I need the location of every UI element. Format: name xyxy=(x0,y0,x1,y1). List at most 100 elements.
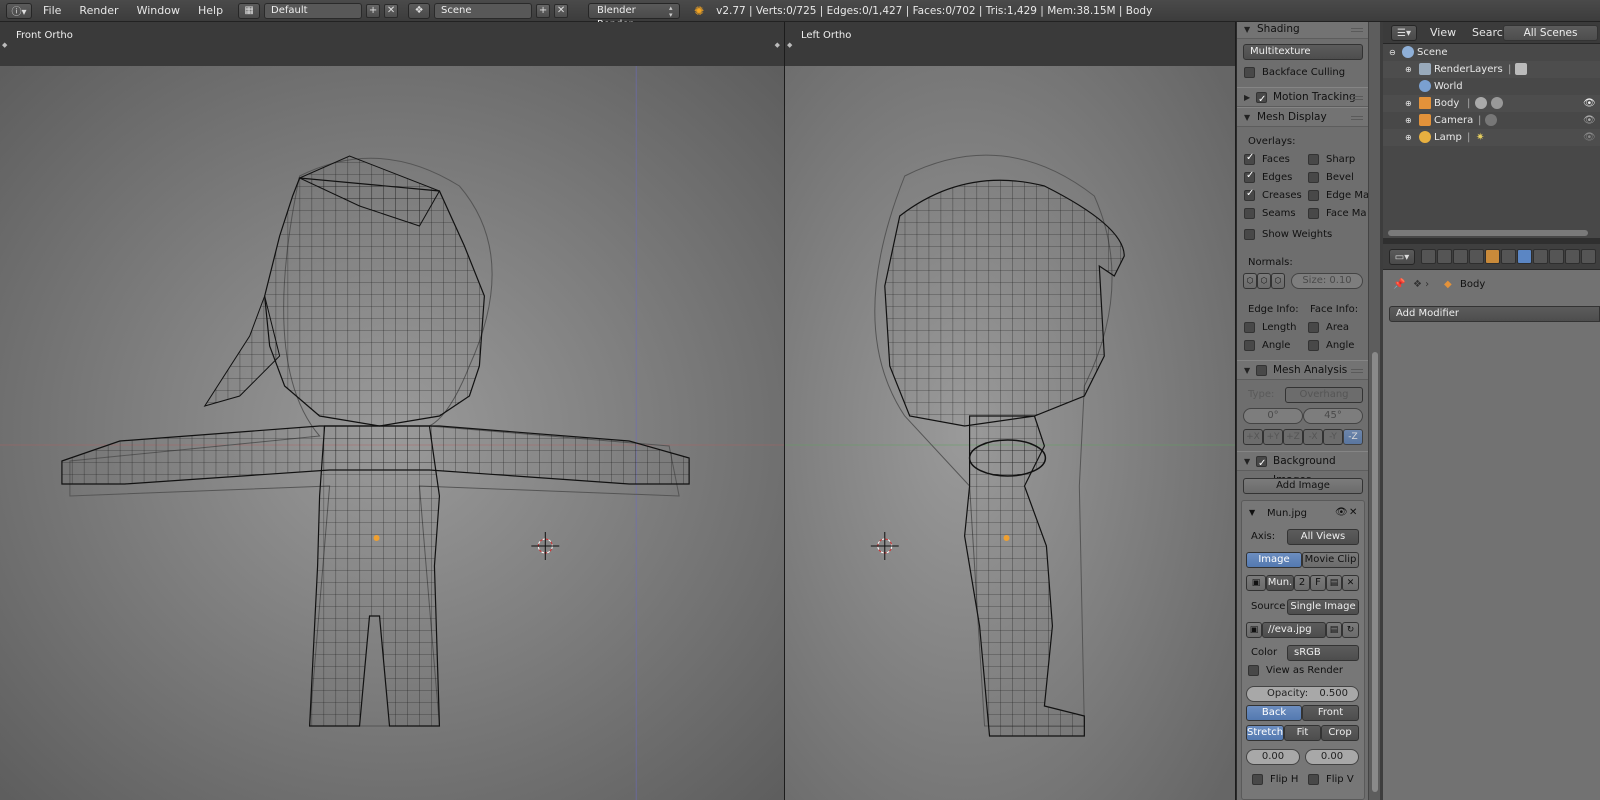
render-engine-dropdown[interactable]: Blender Render xyxy=(588,2,681,30)
normals-size-field[interactable]: Size: 0.10 xyxy=(1291,273,1363,289)
edge-length-checkbox[interactable] xyxy=(1244,322,1255,333)
screen-layout-field[interactable]: Default xyxy=(264,2,363,19)
back-button[interactable]: Back xyxy=(1246,705,1302,721)
opacity-slider[interactable]: Opacity: 0.500 xyxy=(1246,686,1359,702)
analysis-min-field[interactable]: 0° xyxy=(1243,408,1303,424)
outliner-row-body[interactable]: ⊕ Body | 👁 xyxy=(1383,95,1600,112)
texture-tab-icon[interactable] xyxy=(1565,249,1580,264)
properties-scrollbar[interactable] xyxy=(1368,22,1380,800)
axis-plus-z-button[interactable]: +Z xyxy=(1283,429,1303,445)
area-split-corner-icon[interactable]: ◆ xyxy=(787,41,792,49)
viewport-left-ortho[interactable]: Left Ortho ◆ xyxy=(785,22,1236,800)
outliner-row-renderlayers[interactable]: ⊕ RenderLayers | xyxy=(1383,61,1600,78)
edges-checkbox[interactable] xyxy=(1244,170,1255,183)
open-folder-icon[interactable]: ▤ xyxy=(1326,575,1342,591)
menu-help[interactable]: Help xyxy=(191,2,230,20)
face-angle-checkbox[interactable] xyxy=(1308,340,1319,351)
offset-x-field[interactable]: 0.00 xyxy=(1246,749,1300,765)
data-tab-icon[interactable] xyxy=(1533,249,1548,264)
background-images-checkbox[interactable] xyxy=(1256,454,1267,473)
render-layer-icon[interactable] xyxy=(1515,63,1527,75)
backface-culling-checkbox[interactable] xyxy=(1244,67,1255,78)
expand-toggle-icon[interactable]: ⊕ xyxy=(1405,112,1412,129)
tab-image[interactable]: Image xyxy=(1246,552,1302,568)
scrollbar-thumb[interactable] xyxy=(1372,352,1378,792)
delete-screen-button[interactable]: ✕ xyxy=(384,3,399,18)
material-tab-icon[interactable] xyxy=(1549,249,1564,264)
editor-type-info-icon[interactable]: ⓘ▾ xyxy=(6,2,32,19)
pin-icon[interactable]: 📌 xyxy=(1393,279,1405,290)
color-space-dropdown[interactable]: sRGB xyxy=(1287,645,1359,661)
face-marks-checkbox[interactable] xyxy=(1308,208,1319,219)
menu-file[interactable]: File xyxy=(36,2,68,20)
axis-minus-x-button[interactable]: -X xyxy=(1303,429,1323,445)
modifier-wrench-icon[interactable] xyxy=(1475,97,1487,109)
unlink-x-icon[interactable]: ✕ xyxy=(1342,575,1359,591)
add-modifier-dropdown[interactable]: Add Modifier xyxy=(1389,306,1600,322)
add-scene-button[interactable]: + xyxy=(536,3,551,18)
area-split-corner-icon[interactable]: ◆ xyxy=(2,41,7,49)
viewport-front-ortho[interactable]: Front Ortho ◆ ◆ xyxy=(0,22,785,800)
flip-h-checkbox[interactable] xyxy=(1252,774,1263,785)
menu-window[interactable]: Window xyxy=(130,2,187,20)
axis-dropdown[interactable]: All Views xyxy=(1287,529,1359,545)
edge-angle-checkbox[interactable] xyxy=(1244,340,1255,351)
flip-v-checkbox[interactable] xyxy=(1308,774,1319,785)
add-screen-button[interactable]: + xyxy=(366,3,381,18)
delete-scene-button[interactable]: ✕ xyxy=(554,3,569,18)
modifiers-wrench-tab-icon[interactable] xyxy=(1517,249,1532,264)
faces-checkbox[interactable] xyxy=(1244,152,1255,165)
loop-normals-icon[interactable]: ⬡ xyxy=(1257,273,1271,289)
motion-tracking-checkbox[interactable] xyxy=(1256,90,1267,109)
fit-button[interactable]: Fit xyxy=(1284,725,1321,741)
screen-layout-grid-icon[interactable]: ▦ xyxy=(238,2,261,19)
axis-plus-y-button[interactable]: +Y xyxy=(1263,429,1283,445)
expand-toggle-icon[interactable]: ⊕ xyxy=(1405,95,1412,112)
axis-plus-x-button[interactable]: +X xyxy=(1243,429,1263,445)
visibility-eye-icon[interactable]: 👁 xyxy=(1583,95,1596,112)
offset-y-field[interactable]: 0.00 xyxy=(1305,749,1359,765)
collapse-triangle-icon[interactable]: ▼ xyxy=(1249,508,1255,517)
reload-icon[interactable]: ↻ xyxy=(1342,622,1359,638)
particles-tab-icon[interactable] xyxy=(1581,249,1596,264)
mesh-data-icon[interactable] xyxy=(1491,97,1503,109)
panel-header-mesh-analysis[interactable]: ▼ Mesh Analysis xyxy=(1237,360,1368,380)
scene-selector-icon[interactable]: ❖ xyxy=(408,2,431,19)
object-tab-icon[interactable] xyxy=(1485,249,1500,264)
show-weights-checkbox[interactable] xyxy=(1244,229,1255,240)
bevel-checkbox[interactable] xyxy=(1308,172,1319,183)
outliner-row-lamp[interactable]: ⊕ Lamp | ✷ 👁 xyxy=(1383,129,1600,146)
display-mode-dropdown[interactable]: All Scenes xyxy=(1503,25,1598,41)
outliner-row-camera[interactable]: ⊕ Camera | 👁 xyxy=(1383,112,1600,129)
face-area-checkbox[interactable] xyxy=(1308,322,1319,333)
axis-minus-y-button[interactable]: -Y xyxy=(1323,429,1343,445)
editor-type-outliner-icon[interactable]: ☰▾ xyxy=(1391,25,1417,41)
area-split-corner-icon[interactable]: ◆ xyxy=(775,41,780,49)
menu-view[interactable]: View xyxy=(1423,24,1463,42)
stretch-button[interactable]: Stretch xyxy=(1246,725,1284,741)
face-normals-icon[interactable]: ⬡ xyxy=(1271,273,1285,289)
panel-header-background-images[interactable]: ▼Background Images xyxy=(1237,451,1368,486)
vertex-normals-icon[interactable]: ⬡ xyxy=(1243,273,1257,289)
shading-mode-dropdown[interactable]: Multitexture xyxy=(1243,44,1363,60)
outliner-row-scene[interactable]: ⊖ Scene xyxy=(1383,44,1600,61)
world-tab-icon[interactable] xyxy=(1469,249,1484,264)
image-datablock-field[interactable]: Mun. xyxy=(1266,575,1294,591)
edge-marks-checkbox[interactable] xyxy=(1308,190,1319,201)
render-tab-icon[interactable] xyxy=(1421,249,1436,264)
visibility-eye-icon[interactable]: 👁 xyxy=(1335,507,1348,518)
axis-minus-z-button[interactable]: -Z xyxy=(1343,429,1363,445)
add-image-button[interactable]: Add Image xyxy=(1243,478,1363,494)
analysis-max-field[interactable]: 45° xyxy=(1303,408,1363,424)
render-layers-tab-icon[interactable] xyxy=(1437,249,1452,264)
view-as-render-checkbox[interactable] xyxy=(1248,665,1259,676)
lamp-data-icon[interactable]: ✷ xyxy=(1476,129,1484,146)
filepath-field[interactable]: //eva.jpg xyxy=(1262,622,1326,638)
outliner-row-world[interactable]: World xyxy=(1383,78,1600,95)
visibility-eye-icon[interactable]: 👁 xyxy=(1583,112,1596,129)
panel-header-shading[interactable]: ▼ Shading xyxy=(1237,22,1368,39)
camera-data-icon[interactable] xyxy=(1485,114,1497,126)
outliner-horizontal-scrollbar[interactable] xyxy=(1388,230,1588,236)
sharp-checkbox[interactable] xyxy=(1308,154,1319,165)
browse-folder-icon[interactable]: ▤ xyxy=(1326,622,1342,638)
